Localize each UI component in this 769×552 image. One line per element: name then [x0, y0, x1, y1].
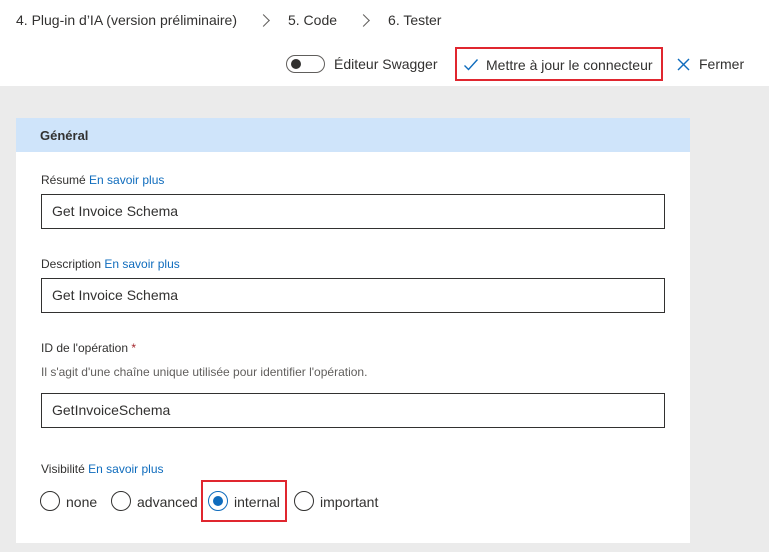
swagger-editor-label: Éditeur Swagger [334, 56, 438, 72]
section-header[interactable]: Général [16, 118, 690, 152]
breadcrumb-step-ai-plugin[interactable]: 4. Plug-in d’IA (version préliminaire) [16, 12, 237, 28]
internal-option-highlight [201, 480, 287, 522]
summary-learn-more-link[interactable]: En savoir plus [89, 173, 164, 187]
description-field-label: Description En savoir plus [41, 257, 180, 271]
visibility-learn-more-link[interactable]: En savoir plus [88, 462, 163, 476]
swagger-editor-toggle[interactable] [286, 55, 325, 73]
toggle-knob [291, 59, 301, 69]
top-bar: 4. Plug-in d’IA (version préliminaire) 5… [0, 0, 769, 86]
summary-field-label: Résumé En savoir plus [41, 173, 164, 187]
breadcrumb-step-test[interactable]: 6. Tester [388, 12, 441, 28]
close-icon [677, 58, 690, 71]
chevron-right-icon [357, 13, 370, 27]
operation-id-field-label: ID de l'opération * [41, 341, 136, 355]
visibility-radio-important[interactable] [294, 491, 314, 511]
breadcrumb: 4. Plug-in d’IA (version préliminaire) 5… [16, 9, 441, 31]
operation-id-label-text: ID de l'opération [41, 341, 129, 355]
visibility-label-text: Visibilité [41, 462, 85, 476]
update-connector-label: Mettre à jour le connecteur [486, 57, 653, 73]
summary-input[interactable]: Get Invoice Schema [41, 194, 665, 229]
required-indicator: * [131, 341, 137, 355]
checkmark-icon [464, 59, 479, 71]
visibility-option-advanced-label: advanced [137, 494, 198, 510]
operation-id-hint: Il s'agit d'une chaîne unique utilisée p… [41, 365, 368, 379]
update-connector-button[interactable]: Mettre à jour le connecteur [455, 47, 663, 81]
summary-label-text: Résumé [41, 173, 86, 187]
description-learn-more-link[interactable]: En savoir plus [104, 257, 179, 271]
visibility-option-important-label: important [320, 494, 379, 510]
operation-id-input[interactable]: GetInvoiceSchema [41, 393, 665, 428]
visibility-option-none-label: none [66, 494, 98, 510]
description-input[interactable]: Get Invoice Schema [41, 278, 665, 313]
chevron-right-icon [257, 13, 270, 27]
visibility-field-label: Visibilité En savoir plus [41, 462, 164, 476]
close-label: Fermer [699, 56, 745, 72]
description-label-text: Description [41, 257, 102, 271]
visibility-radio-none[interactable] [40, 491, 60, 511]
section-title: Général [40, 128, 89, 143]
visibility-radio-advanced[interactable] [111, 491, 131, 511]
breadcrumb-step-code[interactable]: 5. Code [288, 12, 337, 28]
